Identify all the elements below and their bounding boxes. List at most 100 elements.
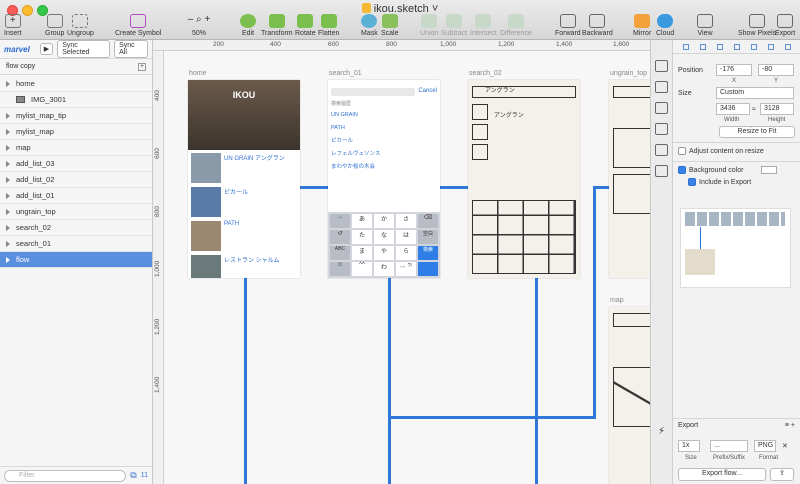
layer-add-list-02[interactable]: add_list_02 (0, 172, 152, 188)
view-button[interactable]: View (697, 14, 713, 37)
union-button[interactable]: Union (420, 14, 438, 37)
artboard-home[interactable]: IKOU UN GRAIN アングラン ピカール PATH レストラン シャルム (188, 80, 300, 278)
mask-button[interactable]: Mask (361, 14, 378, 37)
distribute-icon[interactable] (784, 43, 791, 50)
search-bar[interactable]: Cancel (328, 80, 440, 98)
width-field[interactable]: 3436 (716, 103, 750, 115)
layer-mylist-map[interactable]: mylist_map (0, 124, 152, 140)
key[interactable]: ⌫ (418, 214, 438, 228)
layer-map[interactable]: map (0, 140, 152, 156)
key[interactable]: ら (396, 246, 416, 260)
disclosure-triangle-icon[interactable] (6, 176, 10, 183)
key[interactable]: ^^ (352, 262, 372, 276)
page-selector[interactable]: flow copy + (0, 59, 152, 75)
ungroup-button[interactable]: Ungroup (67, 14, 94, 37)
disclosure-triangle-icon[interactable] (6, 80, 10, 87)
artboard-count-icon[interactable]: ⧉ (130, 470, 136, 481)
add-artboard-icon[interactable] (655, 165, 668, 177)
key[interactable]: 空白 (418, 230, 438, 244)
list-item[interactable]: レストラン シャルム (191, 255, 297, 278)
adjust-content-row[interactable]: Adjust content on resize (678, 147, 764, 155)
zoom-control[interactable]: – ⌕ + 50% (184, 14, 214, 37)
position-y-field[interactable]: -80 (758, 64, 794, 76)
disclosure-triangle-icon[interactable] (6, 144, 10, 151)
lightning-icon[interactable]: ⚡ (655, 427, 668, 439)
forward-button[interactable]: Forward (555, 14, 581, 37)
search-result[interactable]: PATH (331, 122, 437, 135)
artboard-label-map[interactable]: map (610, 297, 624, 304)
disclosure-triangle-icon[interactable] (6, 208, 10, 215)
rotate-button[interactable]: Rotate (295, 14, 316, 37)
difference-button[interactable]: Difference (500, 14, 532, 37)
intersect-button[interactable]: Intersect (470, 14, 497, 37)
align-right-icon[interactable] (716, 43, 723, 50)
search-result[interactable]: レフェルヴェソンス (331, 148, 437, 161)
horizontal-ruler[interactable]: 200 400 600 800 1,000 1,200 1,400 1,600 (153, 40, 650, 51)
transform-button[interactable]: Transform (261, 14, 293, 37)
keyboard[interactable]: → あ か さ ⌫ ↺ た な は 空白 ABC ま や ら 検索 ☺ ^^ わ… (328, 212, 440, 278)
layer-home[interactable]: home (0, 76, 152, 92)
artboard-search-01[interactable]: Cancel 検索履歴 UN GRAIN PATH ピカール レフェルヴェソンス… (328, 80, 440, 278)
height-field[interactable]: 3128 (760, 103, 794, 115)
layer-add-list-03[interactable]: add_list_03 (0, 156, 152, 172)
disclosure-triangle-icon[interactable] (6, 192, 10, 199)
key[interactable]: な (374, 230, 394, 244)
background-color-checkbox[interactable] (678, 166, 686, 174)
cancel-link[interactable]: Cancel (418, 88, 437, 96)
cloud-button[interactable]: Cloud (656, 14, 674, 37)
group-button[interactable]: Group (45, 14, 64, 37)
key[interactable]: ABC (330, 246, 350, 260)
filter-input[interactable]: Filter (4, 469, 127, 482)
layer-add-list-01[interactable]: add_list_01 (0, 188, 152, 204)
flatten-button[interactable]: Flatten (318, 14, 339, 37)
sync-selected-button[interactable]: Sync Selected (57, 40, 111, 58)
artboard-label-search-01[interactable]: search_01 (329, 70, 362, 77)
show-pixels-button[interactable]: Show Pixels (738, 14, 776, 37)
print-icon[interactable] (655, 81, 668, 93)
key[interactable]: ま (352, 246, 372, 260)
disclosure-triangle-icon[interactable] (6, 128, 10, 135)
artboard-label-search-02[interactable]: search_02 (469, 70, 502, 77)
add-page-icon[interactable]: + (138, 62, 146, 71)
lock-ratio-icon[interactable]: ≈ (752, 106, 758, 113)
key[interactable]: や (374, 246, 394, 260)
scale-button[interactable]: Scale (381, 14, 399, 37)
export-scale-field[interactable]: 1x (678, 440, 700, 452)
disclosure-triangle-icon[interactable] (6, 224, 10, 231)
vertical-ruler[interactable]: 400 600 800 1,000 1,200 1,400 (153, 51, 164, 484)
layout-icon[interactable] (655, 123, 668, 135)
key[interactable]: あ (352, 214, 372, 228)
disclosure-triangle-icon[interactable] (6, 256, 10, 263)
size-preset-select[interactable]: Custom (716, 87, 794, 99)
artboard-map[interactable] (609, 307, 650, 484)
artboard-search-02[interactable]: アングラン アングラン (468, 80, 580, 278)
export-format-select[interactable]: PNG (754, 440, 776, 452)
layer-flow[interactable]: flow (0, 252, 152, 268)
key[interactable]: わ (374, 262, 394, 276)
create-symbol-button[interactable]: Create Symbol (115, 14, 161, 37)
include-export-row[interactable]: Include in Export (688, 178, 751, 186)
layer-img-3001[interactable]: IMG_3001 (0, 92, 152, 108)
mirror-button[interactable]: Mirror (633, 14, 651, 37)
canvas[interactable]: 200 400 600 800 1,000 1,200 1,400 1,600 … (153, 40, 650, 484)
align-top-icon[interactable] (733, 43, 740, 50)
search-result[interactable]: まわやか桜の木会 (331, 161, 437, 174)
search-input[interactable] (331, 88, 416, 96)
link-icon[interactable] (655, 144, 668, 156)
key[interactable]: → (330, 214, 350, 228)
disclosure-triangle-icon[interactable] (6, 112, 10, 119)
disclosure-triangle-icon[interactable] (6, 240, 10, 247)
artboard-label-home[interactable]: home (189, 70, 207, 77)
key[interactable]: は (396, 230, 416, 244)
align-middle-icon[interactable] (750, 43, 757, 50)
export-prefix-field[interactable]: ... (710, 440, 748, 452)
play-button[interactable]: ▶ (39, 43, 54, 55)
list-item[interactable]: ピカール (191, 187, 297, 217)
key[interactable]: た (352, 230, 372, 244)
layer-search-01[interactable]: search_01 (0, 236, 152, 252)
sync-all-button[interactable]: Sync All (114, 40, 148, 58)
layer-mylist-map-tip[interactable]: mylist_map_tip (0, 108, 152, 124)
artboard-label-ungrain-top[interactable]: ungrain_top (610, 70, 647, 77)
key[interactable]: さ (396, 214, 416, 228)
artboard-ungrain-top[interactable] (609, 80, 650, 278)
